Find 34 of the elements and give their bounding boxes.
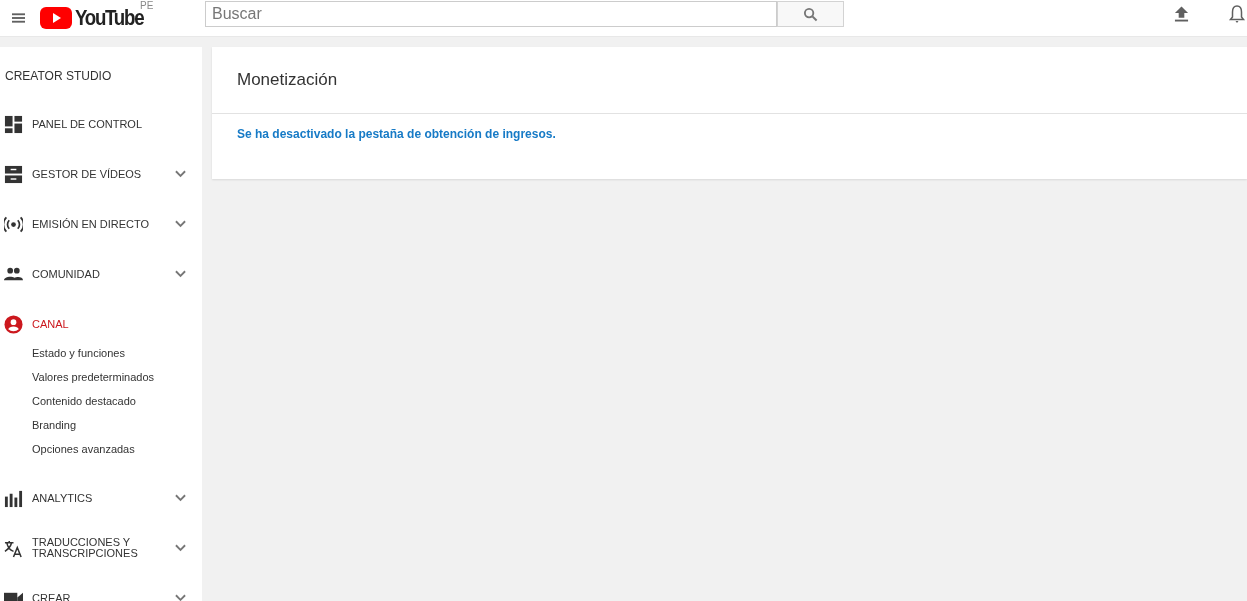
search-button[interactable]	[777, 1, 844, 27]
submenu-item[interactable]: Contenido destacado	[0, 389, 202, 413]
chevron-icon[interactable]	[175, 270, 186, 278]
search-icon	[803, 6, 818, 22]
upload-icon[interactable]	[1174, 5, 1189, 23]
broadcast-icon	[4, 214, 23, 234]
bell-icon[interactable]	[1227, 4, 1247, 24]
nav-item[interactable]: GESTOR DE VÍDEOS	[0, 149, 202, 199]
play-logo-icon	[40, 7, 72, 29]
nav-item[interactable]: COMUNIDAD	[0, 249, 202, 299]
nav-item[interactable]: TRADUCCIONES Y TRANSCRIPCIONES	[0, 523, 202, 573]
notice-link[interactable]: Se ha desactivado la pestaña de obtención de ingresos.	[237, 127, 556, 141]
submenu-item[interactable]: Branding	[0, 413, 202, 437]
person-circle-icon	[4, 314, 23, 334]
bar-chart-icon	[4, 488, 23, 508]
chevron-icon[interactable]	[175, 220, 186, 228]
chevron-icon[interactable]	[175, 594, 186, 601]
dashboard-icon	[4, 114, 23, 134]
sidebar-title: CREATOR STUDIO	[4, 68, 113, 85]
nav-item[interactable]: CREAR	[0, 573, 202, 601]
chevron-icon[interactable]	[175, 170, 186, 178]
menu-icon[interactable]	[12, 13, 25, 23]
region-label: PE	[140, 0, 154, 11]
search-field[interactable]: Buscar	[205, 1, 777, 27]
chevron-icon[interactable]	[175, 544, 186, 552]
page-title: Monetización	[212, 47, 1247, 114]
translate-icon	[4, 538, 23, 558]
chevron-icon[interactable]	[175, 494, 186, 502]
submenu-item[interactable]: Valores predeterminados	[0, 365, 202, 389]
nav-item[interactable]: EMISIÓN EN DIRECTO	[0, 199, 202, 249]
nav-item[interactable]: PANEL DE CONTROL	[0, 99, 202, 149]
nav-item[interactable]: ANALYTICS	[0, 473, 202, 523]
drawer-icon	[4, 164, 23, 184]
submenu-item[interactable]: Opciones avanzadas	[0, 437, 202, 461]
